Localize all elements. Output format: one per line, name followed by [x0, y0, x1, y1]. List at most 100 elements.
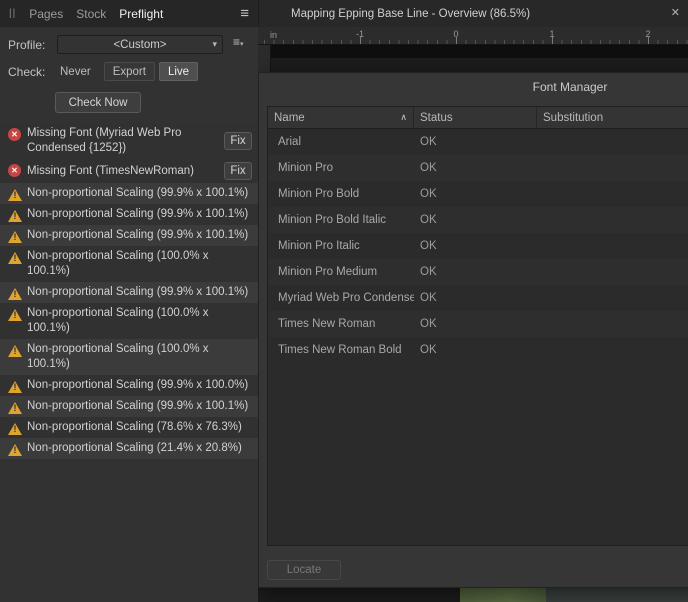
issue-text: Non-proportional Scaling (99.9% x 100.1%…: [27, 400, 249, 412]
font-name-cell: Minion Pro Bold: [278, 188, 360, 200]
panel-menu-icon[interactable]: ≡: [240, 6, 249, 21]
font-name-cell: Minion Pro: [278, 162, 333, 174]
issue-text: Non-proportional Scaling (99.9% x 100.1%…: [27, 208, 249, 220]
chevron-down-icon: ▾: [212, 39, 217, 49]
check-option-never[interactable]: Never: [57, 62, 100, 81]
warning-icon: !: [8, 210, 22, 222]
column-header-status[interactable]: Status: [414, 107, 537, 128]
issue-row[interactable]: ! Non-proportional Scaling (100.0% x 100.…: [0, 339, 258, 375]
check-row: Check: Never Export Live: [0, 62, 258, 84]
column-header-substitution[interactable]: Substitution: [537, 107, 688, 128]
issue-row[interactable]: ✕ Missing Font (Myriad Web Pro Condensed …: [0, 123, 258, 159]
table-row[interactable]: Minion Pro Bold Italic OK: [268, 207, 688, 233]
map-image-sliver: [460, 588, 546, 602]
table-row[interactable]: Minion Pro Bold OK: [268, 181, 688, 207]
issue-row[interactable]: ✕ Missing Font (TimesNewRoman) Fix: [0, 159, 258, 183]
app-window: || Pages Stock Preflight ≡ Profile: <Custo…: [0, 0, 688, 602]
pasteboard-edge: [271, 45, 688, 58]
warning-icon: !: [8, 309, 22, 321]
font-status-cell: OK: [420, 136, 437, 148]
issue-text: Non-proportional Scaling (78.6% x 76.3%): [27, 421, 242, 433]
table-row[interactable]: Myriad Web Pro Condense OK: [268, 285, 688, 311]
column-status-label: Status: [420, 111, 453, 124]
horizontal-ruler: in -1 0 1 2: [258, 27, 688, 45]
preflight-panel: || Pages Stock Preflight ≡ Profile: <Custo…: [0, 0, 258, 602]
font-name-cell: Minion Pro Bold Italic: [278, 214, 387, 226]
table-row[interactable]: Times New Roman Bold OK: [268, 337, 688, 363]
issue-row[interactable]: ! Non-proportional Scaling (21.4% x 20.8%…: [0, 438, 258, 459]
issue-row[interactable]: ! Non-proportional Scaling (99.9% x 100.1…: [0, 396, 258, 417]
issue-row[interactable]: ! Non-proportional Scaling (99.9% x 100.1…: [0, 225, 258, 246]
error-icon: ✕: [8, 164, 21, 177]
issue-row[interactable]: ! Non-proportional Scaling (99.9% x 100.1…: [0, 282, 258, 303]
tab-preflight[interactable]: Preflight: [119, 7, 163, 21]
profile-dropdown[interactable]: <Custom> ▾: [57, 35, 223, 54]
warning-icon: !: [8, 345, 22, 357]
check-option-live[interactable]: Live: [158, 62, 199, 81]
table-row[interactable]: Minion Pro Italic OK: [268, 233, 688, 259]
map-image-sliver-gray: [546, 588, 688, 602]
issue-row[interactable]: ! Non-proportional Scaling (99.9% x 100.0…: [0, 375, 258, 396]
issue-row[interactable]: ! Non-proportional Scaling (78.6% x 76.3%…: [0, 417, 258, 438]
dialog-title: Font Manager: [532, 80, 608, 94]
error-icon: ✕: [8, 128, 21, 141]
document-tab-bar: Mapping Epping Base Line - Overview (86.…: [258, 0, 688, 27]
font-status-cell: OK: [420, 266, 437, 278]
issue-text: Non-proportional Scaling (21.4% x 20.8%): [27, 442, 242, 454]
issue-row[interactable]: ! Non-proportional Scaling (100.0% x 100.…: [0, 303, 258, 339]
font-status-cell: OK: [420, 162, 437, 174]
table-row[interactable]: Times New Roman OK: [268, 311, 688, 337]
font-status-cell: OK: [420, 240, 437, 252]
document-area: Mapping Epping Base Line - Overview (86.…: [258, 0, 688, 602]
check-option-export[interactable]: Export: [103, 62, 155, 81]
warning-icon: !: [8, 189, 22, 201]
column-substitution-label: Substitution: [543, 111, 604, 124]
issue-row[interactable]: ! Non-proportional Scaling (100.0% x 100.…: [0, 246, 258, 282]
menu-lines-icon: ≡: [233, 35, 241, 49]
check-segments: Never Export Live: [57, 62, 202, 81]
profile-label: Profile:: [8, 38, 46, 52]
panel-tabs: Pages Stock Preflight: [29, 7, 163, 21]
vertical-ruler: [258, 45, 271, 72]
font-name-cell: Myriad Web Pro Condense: [278, 292, 414, 304]
tab-stock[interactable]: Stock: [76, 7, 106, 21]
tab-pages[interactable]: Pages: [29, 7, 63, 21]
sort-ascending-icon: ∧: [400, 112, 407, 122]
check-label: Check:: [8, 65, 46, 79]
close-icon[interactable]: ✕: [671, 8, 680, 19]
font-status-cell: OK: [420, 318, 437, 330]
font-manager-dialog: Font Manager Name ∧ Status Substitution …: [258, 72, 688, 588]
profile-preset-menu-icon[interactable]: ≡▾: [233, 36, 244, 48]
ruler-major-tick: [456, 37, 457, 44]
warning-icon: !: [8, 288, 22, 300]
document-tab[interactable]: Mapping Epping Base Line - Overview (86.…: [291, 8, 530, 20]
font-status-cell: OK: [420, 292, 437, 304]
font-name-cell: Minion Pro Medium: [278, 266, 378, 278]
issue-text: Non-proportional Scaling (99.9% x 100.1%…: [27, 229, 249, 241]
font-name-cell: Times New Roman Bold: [278, 344, 402, 356]
panel-drag-handle-icon[interactable]: ||: [9, 8, 16, 19]
fix-button[interactable]: Fix: [224, 162, 252, 180]
warning-icon: !: [8, 423, 22, 435]
column-name-label: Name: [274, 111, 305, 124]
ruler-major-tick: [360, 37, 361, 44]
table-row[interactable]: Arial OK: [268, 129, 688, 155]
issue-text: Non-proportional Scaling (100.0% x 100.1…: [27, 250, 209, 277]
issue-text: Non-proportional Scaling (99.9% x 100.1%…: [27, 187, 249, 199]
profile-value: <Custom>: [113, 38, 167, 51]
font-name-cell: Minion Pro Italic: [278, 240, 360, 252]
font-status-cell: OK: [420, 188, 437, 200]
issues-list: ✕ Missing Font (Myriad Web Pro Condensed …: [0, 123, 258, 602]
column-header-name[interactable]: Name ∧: [268, 107, 414, 128]
font-name-cell: Arial: [278, 136, 302, 148]
table-row[interactable]: Minion Pro OK: [268, 155, 688, 181]
locate-button[interactable]: Locate: [267, 560, 341, 580]
issue-row[interactable]: ! Non-proportional Scaling (99.9% x 100.1…: [0, 183, 258, 204]
issue-text: Missing Font (Myriad Web Pro Condensed {…: [27, 127, 182, 154]
check-now-button[interactable]: Check Now: [55, 92, 141, 113]
panel-tab-bar: || Pages Stock Preflight ≡: [0, 0, 258, 27]
fix-button[interactable]: Fix: [224, 132, 252, 150]
ruler-major-tick: [648, 37, 649, 44]
issue-row[interactable]: ! Non-proportional Scaling (99.9% x 100.1…: [0, 204, 258, 225]
table-row[interactable]: Minion Pro Medium OK: [268, 259, 688, 285]
